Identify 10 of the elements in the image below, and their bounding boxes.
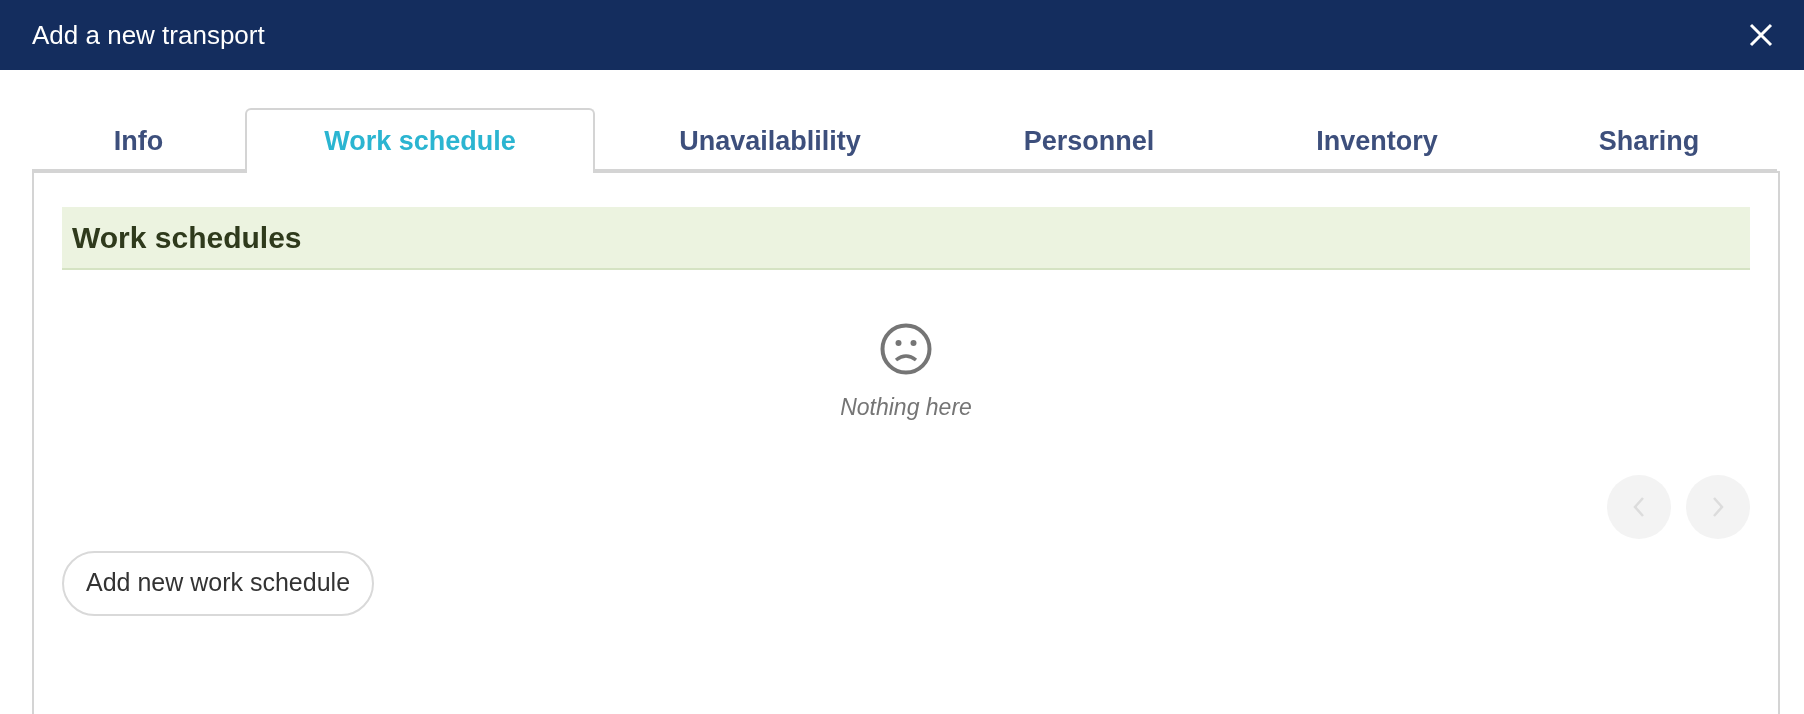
tab[interactable]: Personnel (945, 106, 1233, 171)
tab[interactable]: Sharing (1521, 106, 1777, 171)
tab[interactable]: Inventory (1233, 106, 1521, 171)
section-title: Work schedules (72, 220, 302, 256)
tab[interactable]: Unavailablility (595, 106, 945, 171)
close-icon (1749, 23, 1773, 47)
sad-face-icon (879, 322, 933, 376)
empty-message: Nothing here (840, 393, 972, 422)
add-work-schedule-button[interactable]: Add new work schedule (62, 550, 375, 616)
window-title: Add a new transport (32, 18, 265, 52)
